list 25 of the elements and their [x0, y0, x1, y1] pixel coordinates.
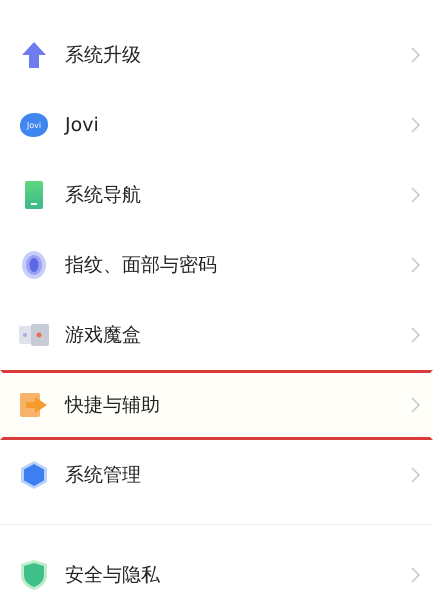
chevron-right-icon: [411, 187, 420, 203]
fingerprint-icon: [21, 250, 47, 280]
phone-icon: [25, 181, 43, 209]
item-label: 游戏魔盒: [65, 323, 142, 348]
item-label: 系统升级: [65, 43, 142, 68]
chevron-right-icon: [411, 467, 420, 483]
chevron-right-icon: [411, 567, 420, 583]
game-box-icon: [19, 324, 49, 346]
chevron-right-icon: [411, 117, 420, 133]
settings-item[interactable]: 快捷与辅助: [0, 370, 433, 440]
up-arrow-icon: [21, 41, 47, 69]
shield-icon: [21, 560, 47, 590]
item-label: 系统管理: [65, 463, 142, 488]
item-label: Jovi: [65, 114, 100, 136]
hexagon-icon: [21, 461, 47, 489]
item-label: 安全与隐私: [65, 563, 161, 588]
item-label: 快捷与辅助: [65, 393, 161, 418]
chevron-right-icon: [411, 397, 420, 413]
item-label: 指纹、面部与密码: [65, 253, 218, 278]
assistant-logo: Jovi: [20, 113, 48, 137]
chevron-right-icon: [411, 327, 420, 343]
arrow-icon: [20, 391, 48, 419]
chevron-right-icon: [411, 257, 420, 273]
item-label: 系统导航: [65, 183, 142, 208]
chevron-right-icon: [411, 47, 420, 63]
